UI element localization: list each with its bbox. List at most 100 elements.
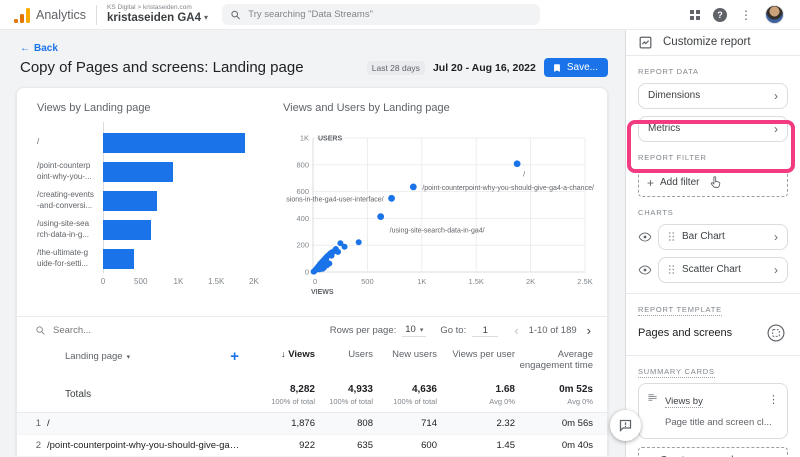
scatter-point[interactable] bbox=[310, 268, 317, 275]
avg-engagement-column-header[interactable]: Average engagement time bbox=[515, 349, 607, 371]
more-vert-icon[interactable]: ⋮ bbox=[740, 8, 752, 22]
next-page-icon[interactable]: › bbox=[585, 323, 593, 338]
scatter-chart-canvas: 0 200 400 600 800 1K 0 500 1K 1.5K 2K 2.5K USERS VIEW… bbox=[286, 134, 594, 297]
svg-text:0: 0 bbox=[305, 268, 309, 277]
table-row[interactable]: 1 / 1,876 808 714 2.32 0m 56s bbox=[17, 413, 607, 435]
sidebar-divider bbox=[626, 354, 800, 356]
bar-chart-item[interactable]: Bar Chart › bbox=[658, 223, 788, 250]
svg-text:2.5K: 2.5K bbox=[577, 277, 592, 286]
bar-axis-tick: 0 bbox=[100, 277, 106, 286]
bar-category-label: /the-ultimate-g uide-for-setti... bbox=[37, 248, 89, 268]
prev-page-icon[interactable]: ‹ bbox=[512, 323, 520, 338]
dimensions-item[interactable]: Dimensions › bbox=[638, 82, 788, 109]
users-column-header[interactable]: Users bbox=[315, 349, 373, 360]
table-search[interactable] bbox=[35, 325, 163, 336]
bar-category-label: /using-site-sea rch-data-in-g... bbox=[37, 219, 90, 239]
section-label-summary-cards: SUMMARY CARDS bbox=[638, 366, 715, 378]
sidebar-divider bbox=[626, 292, 800, 294]
sort-desc-icon: ↓ bbox=[281, 349, 286, 359]
svg-text:1.5K: 1.5K bbox=[468, 277, 483, 286]
search-icon bbox=[231, 10, 240, 19]
new-users-column-header[interactable]: New users bbox=[373, 349, 437, 360]
bar-axis-tick: 1K bbox=[173, 277, 184, 286]
global-search[interactable] bbox=[222, 4, 541, 25]
help-icon[interactable]: ? bbox=[713, 7, 727, 22]
date-preset-chip[interactable]: Last 28 days bbox=[366, 60, 425, 75]
date-range[interactable]: Jul 20 - Aug 16, 2022 bbox=[433, 62, 536, 74]
visibility-eye-icon[interactable] bbox=[638, 230, 652, 244]
svg-text:200: 200 bbox=[296, 241, 309, 250]
goto-page-input[interactable] bbox=[472, 324, 499, 337]
avatar[interactable] bbox=[765, 5, 784, 24]
scatter-point[interactable] bbox=[409, 183, 417, 191]
totals-label: Totals bbox=[65, 389, 92, 400]
global-search-input[interactable] bbox=[248, 9, 533, 20]
scatter-point-label: /using-site-search-data-in-ga4/ bbox=[390, 228, 485, 235]
apps-grid-icon[interactable] bbox=[690, 9, 700, 20]
app-header: Analytics KS Digital > kristaseiden.com … bbox=[0, 0, 800, 30]
scatter-point[interactable] bbox=[341, 243, 348, 250]
chevron-down-icon: ▾ bbox=[419, 326, 424, 334]
back-button[interactable]: ← Back bbox=[20, 43, 58, 54]
drag-handle-icon[interactable] bbox=[668, 264, 675, 275]
scatter-y-axis-title: USERS bbox=[318, 136, 342, 143]
scatter-point[interactable] bbox=[328, 252, 335, 259]
dimension-column-header[interactable]: Landing page ▾ bbox=[65, 351, 130, 362]
more-vert-icon[interactable]: ⋮ bbox=[768, 390, 779, 406]
chevron-right-icon: › bbox=[774, 229, 778, 244]
svg-text:800: 800 bbox=[296, 160, 309, 169]
account-breadcrumb: KS Digital > kristaseiden.com bbox=[107, 4, 192, 12]
scatter-point[interactable] bbox=[355, 239, 362, 246]
scatter-x-axis-title: VIEWS bbox=[311, 289, 334, 296]
bar-axis-tick: 2K bbox=[249, 277, 259, 286]
change-template-button[interactable] bbox=[764, 321, 788, 345]
svg-text:2K: 2K bbox=[526, 277, 535, 286]
page-title: Copy of Pages and screens: Landing page bbox=[20, 59, 304, 76]
scatter-chart-item[interactable]: Scatter Chart › bbox=[658, 256, 788, 283]
bar-axis-tick: 500 bbox=[134, 277, 148, 286]
rows-per-page-label: Rows per page: bbox=[329, 325, 397, 336]
scatter-point[interactable] bbox=[513, 160, 521, 168]
create-new-card-button[interactable]: + Create new card bbox=[638, 446, 788, 457]
report-table: Rows per page: 10 ▾ Go to: ‹ 1-10 of 189… bbox=[17, 316, 607, 457]
property-selector[interactable]: KS Digital > kristaseiden.com kristaseid… bbox=[107, 4, 208, 24]
views-per-user-column-header[interactable]: Views per user bbox=[437, 349, 515, 360]
summary-card-icon bbox=[648, 394, 657, 401]
scatter-point-label: /point-counterpoint-why-you-should-give-… bbox=[422, 185, 594, 192]
save-button[interactable]: Save... bbox=[543, 58, 608, 77]
feedback-button[interactable] bbox=[610, 410, 641, 441]
analytics-home-link[interactable]: Analytics bbox=[10, 7, 86, 23]
bar-segment[interactable] bbox=[103, 248, 134, 269]
add-filter-button[interactable]: + Add filter bbox=[638, 168, 788, 197]
bar-row: /the-ultimate-g uide-for-setti... bbox=[37, 244, 269, 273]
scatter-point[interactable] bbox=[318, 263, 325, 270]
scatter-point[interactable] bbox=[388, 194, 395, 202]
visibility-eye-icon[interactable] bbox=[638, 263, 652, 277]
bar-category-label: /creating-events -and-conversi... bbox=[37, 190, 94, 210]
bar-segment[interactable] bbox=[103, 190, 158, 211]
analytics-logo-icon bbox=[14, 7, 30, 23]
table-row[interactable]: 2 /point-counterpoint-why-you-should-giv… bbox=[17, 435, 607, 457]
scatter-point[interactable] bbox=[335, 248, 342, 255]
bar-chart-panel: Views by Landing page / /point-counterp o… bbox=[37, 102, 269, 306]
summary-card-item[interactable]: Views by Page title and screen cl... ⋮ bbox=[638, 382, 788, 439]
header-divider bbox=[96, 4, 98, 25]
bar-segment[interactable] bbox=[103, 161, 173, 182]
feedback-icon bbox=[619, 419, 632, 433]
bar-segment[interactable] bbox=[103, 132, 245, 153]
back-arrow-icon: ← bbox=[20, 43, 30, 54]
views-column-header[interactable]: ↓ Views bbox=[251, 349, 315, 360]
add-dimension-icon[interactable]: + bbox=[230, 349, 243, 364]
bar-category-label: / bbox=[37, 137, 40, 147]
metrics-item[interactable]: Metrics › bbox=[638, 115, 788, 142]
section-label-report-filter: REPORT FILTER bbox=[638, 152, 707, 162]
plus-icon: + bbox=[647, 454, 654, 457]
drag-handle-icon[interactable] bbox=[668, 231, 675, 242]
table-body: 1 / 1,876 808 714 2.32 0m 56s 2 /point-c… bbox=[17, 413, 607, 457]
table-search-input[interactable] bbox=[53, 325, 163, 336]
scatter-point[interactable] bbox=[323, 256, 330, 263]
rows-per-page-select[interactable]: 10 ▾ bbox=[402, 324, 427, 337]
scatter-point[interactable] bbox=[377, 213, 385, 221]
bar-segment[interactable] bbox=[103, 219, 151, 240]
scatter-chart-panel: Views and Users by Landing page 0 200 400 6… bbox=[283, 102, 594, 306]
